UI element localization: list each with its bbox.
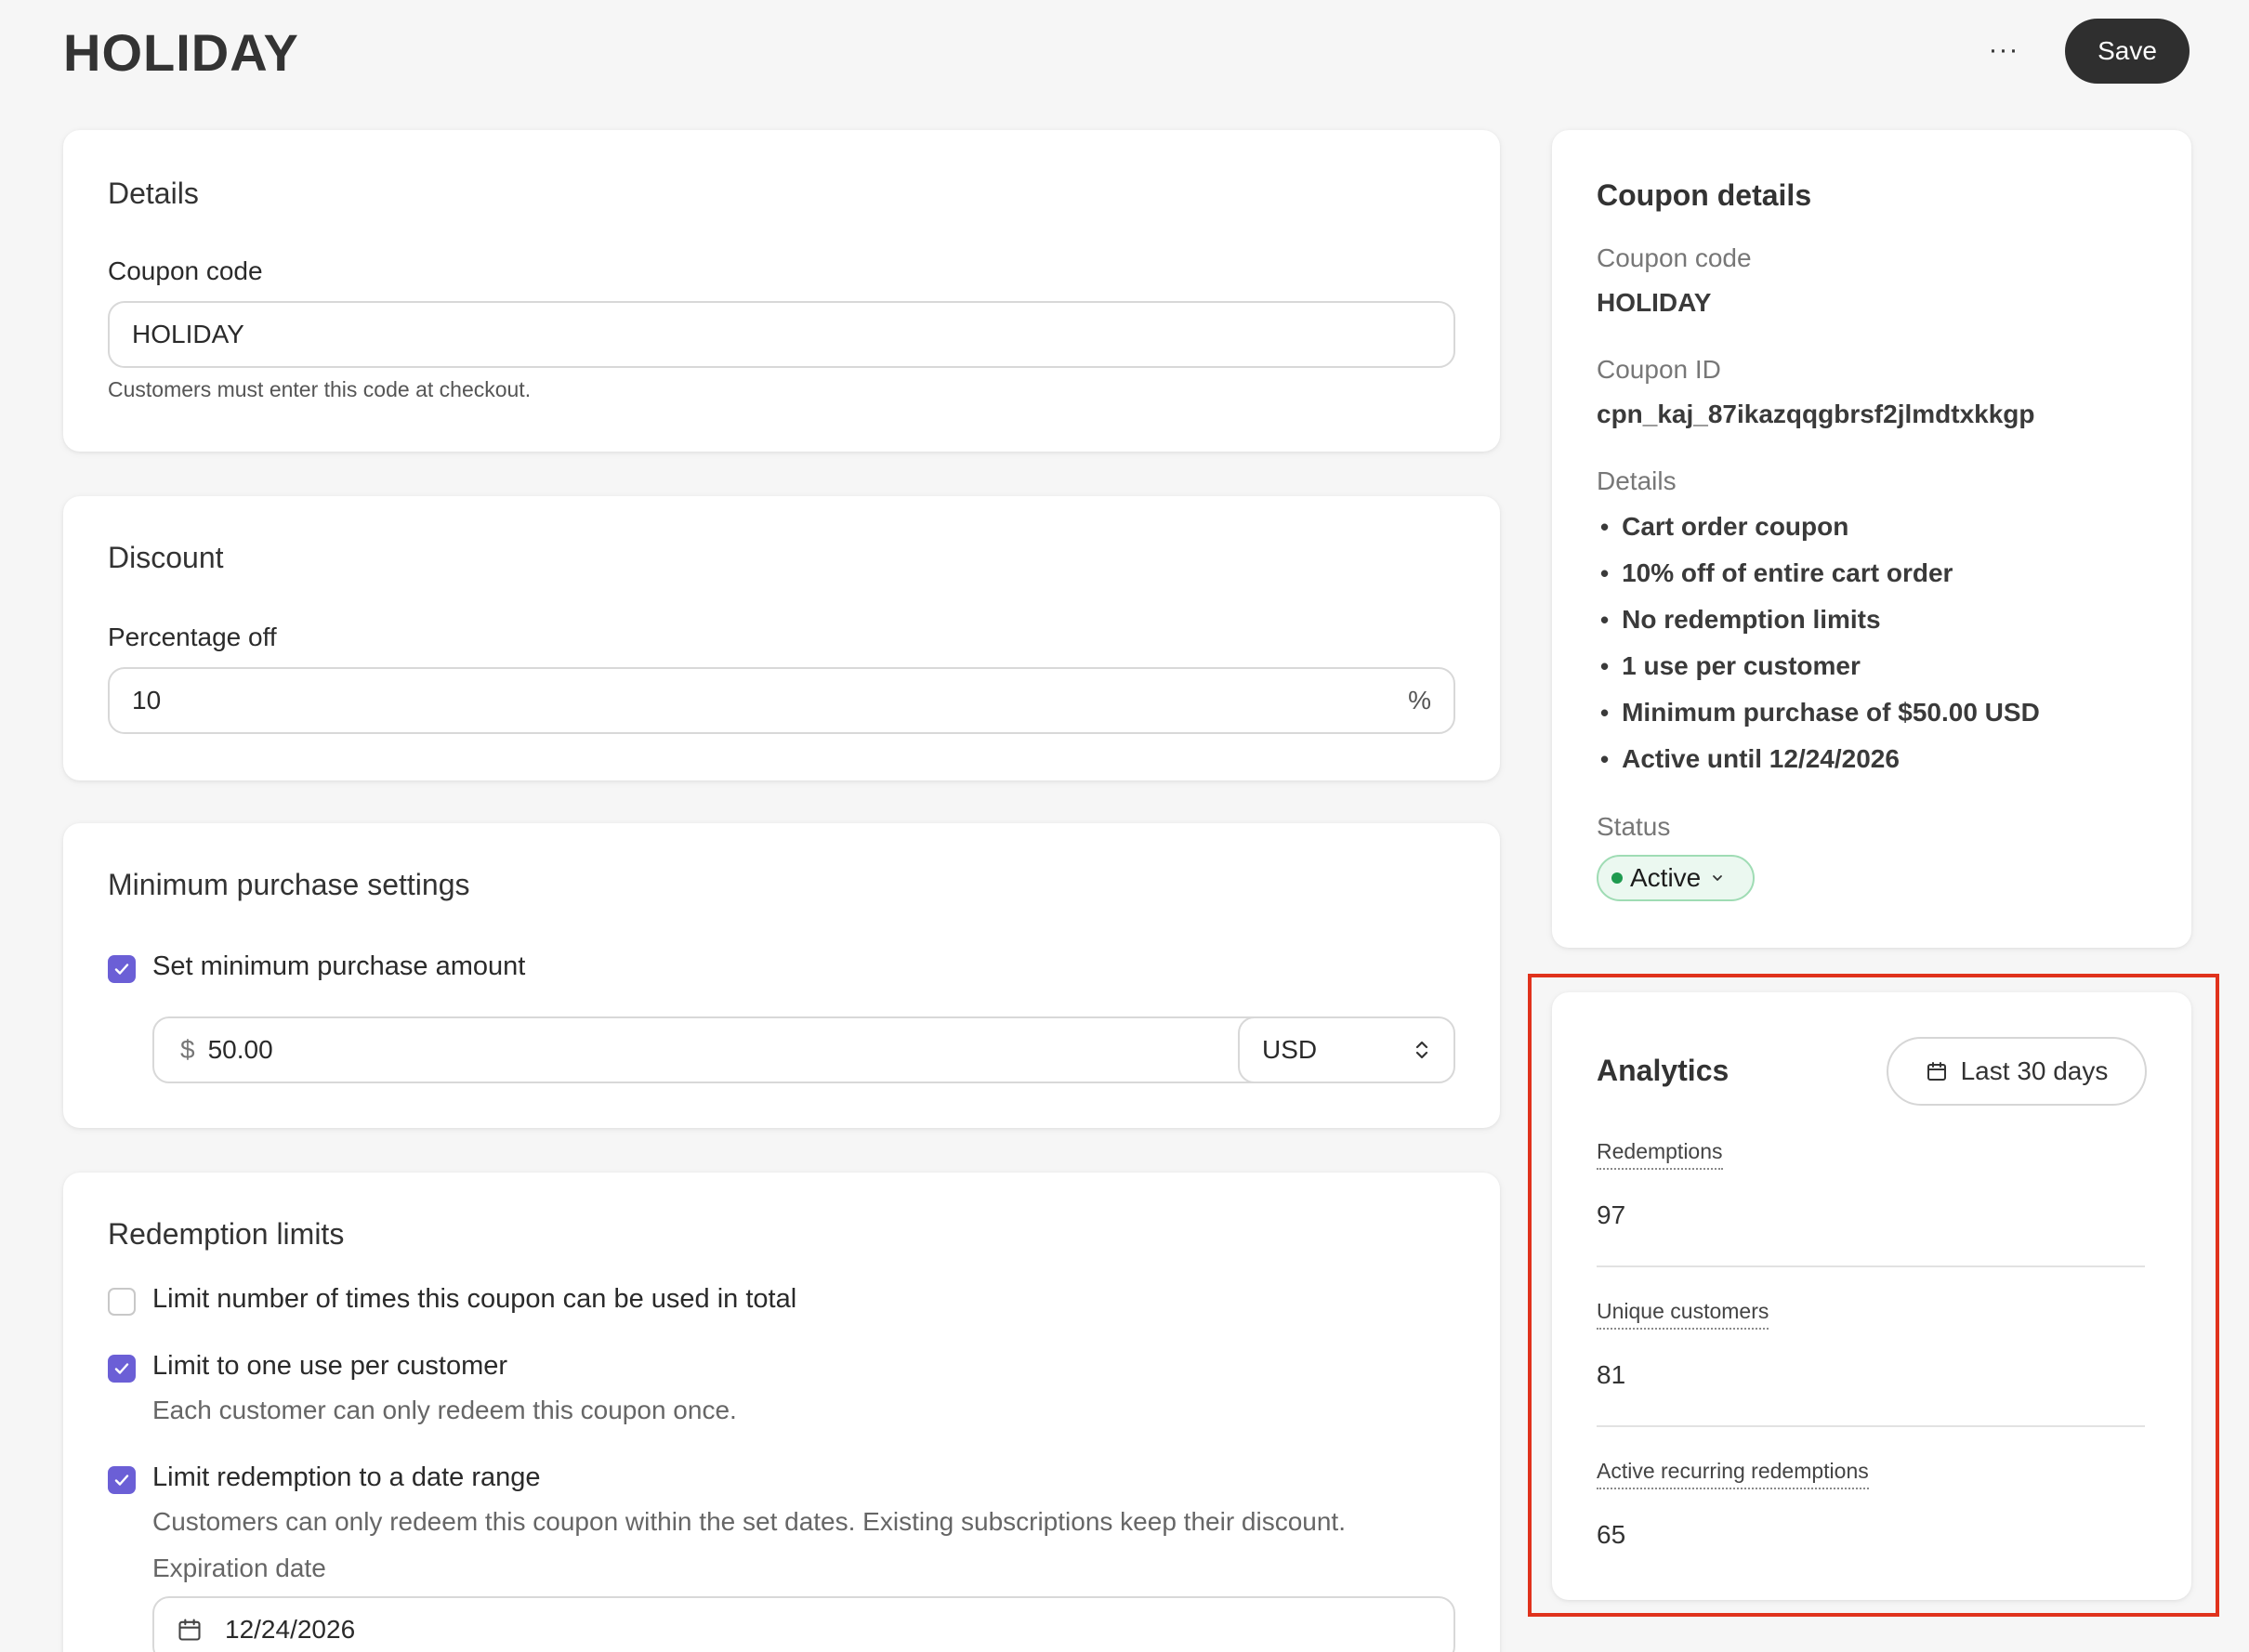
expiration-date-label: Expiration date	[152, 1554, 326, 1582]
coupon-id-value: cpn_kaj_87ikazqqgbrsf2jlmdtxkkgp	[1597, 400, 2035, 428]
details-card: Details Coupon code HOLIDAY Customers mu…	[63, 130, 1500, 452]
calendar-icon	[1927, 1062, 1946, 1081]
analytics-card: Analytics Last 30 days Redemptions 97 Un…	[1552, 992, 2191, 1600]
chevron-down-icon	[1713, 875, 1723, 881]
limit-one-checkbox[interactable]	[108, 1355, 136, 1383]
list-item: No redemption limits	[1600, 597, 2040, 643]
coupon-details-card: Coupon details Coupon code HOLIDAY Coupo…	[1552, 130, 2191, 948]
minimum-purchase-card: Minimum purchase settings Set minimum pu…	[63, 823, 1500, 1128]
coupon-code-value: HOLIDAY	[1597, 288, 1712, 317]
redemption-limits-title: Redemption limits	[108, 1217, 345, 1251]
details-list: Cart order coupon 10% off of entire cart…	[1600, 504, 2040, 782]
more-options-button[interactable]: ···	[1978, 24, 2030, 76]
list-item: Cart order coupon	[1600, 504, 2040, 550]
currency-select-value: USD	[1262, 1035, 1318, 1064]
status-dropdown[interactable]: Active	[1597, 855, 1755, 901]
list-item: Minimum purchase of $50.00 USD	[1600, 689, 2040, 736]
discount-card: Discount Percentage off 10 %	[63, 496, 1500, 780]
coupon-code-label: Coupon code	[1597, 243, 1752, 272]
coupon-id-label: Coupon ID	[1597, 355, 1721, 384]
updown-chevron-icon	[1415, 1041, 1428, 1059]
redemptions-label[interactable]: Redemptions	[1597, 1139, 1723, 1170]
unique-customers-label[interactable]: Unique customers	[1597, 1299, 1769, 1330]
check-icon	[114, 1475, 129, 1486]
set-minimum-checkbox[interactable]	[108, 955, 136, 983]
calendar-icon	[178, 1619, 201, 1641]
divider	[1597, 1265, 2145, 1267]
list-item: Active until 12/24/2026	[1600, 736, 2040, 782]
discount-card-title: Discount	[108, 541, 224, 574]
details-label: Details	[1597, 466, 1677, 495]
currency-select[interactable]: USD	[1238, 1016, 1455, 1083]
limit-date-checkbox[interactable]	[108, 1466, 136, 1494]
date-range-label: Last 30 days	[1960, 1056, 2109, 1085]
percentage-off-value: 10	[132, 686, 162, 715]
limit-total-label: Limit number of times this coupon can be…	[152, 1284, 797, 1314]
set-minimum-label: Set minimum purchase amount	[152, 951, 526, 981]
active-recurring-label[interactable]: Active recurring redemptions	[1597, 1459, 1869, 1489]
check-icon	[114, 1363, 129, 1374]
limit-date-description: Customers can only redeem this coupon wi…	[152, 1507, 1346, 1536]
status-label: Status	[1597, 812, 1671, 841]
coupon-code-input[interactable]: HOLIDAY	[108, 301, 1455, 368]
percent-icon: %	[1408, 686, 1431, 715]
divider	[1597, 1425, 2145, 1427]
expiration-date-input[interactable]: 12/24/2026	[152, 1596, 1455, 1652]
page-title: HOLIDAY	[63, 23, 299, 82]
coupon-code-label: Coupon code	[108, 256, 263, 285]
analytics-title: Analytics	[1597, 1054, 1729, 1087]
status-dot-icon	[1611, 872, 1623, 884]
expiration-date-value: 12/24/2026	[225, 1615, 356, 1644]
minimum-amount-value: 50.00	[207, 1035, 273, 1064]
redemption-limits-card: Redemption limits Limit number of times …	[63, 1173, 1500, 1652]
save-button[interactable]: Save	[2065, 19, 2190, 84]
percentage-off-label: Percentage off	[108, 623, 277, 651]
status-value: Active	[1630, 863, 1702, 892]
coupon-details-title: Coupon details	[1597, 178, 1812, 212]
unique-customers-value: 81	[1597, 1360, 1626, 1389]
minimum-amount-input[interactable]: $ 50.00	[152, 1016, 1271, 1083]
limit-one-label: Limit to one use per customer	[152, 1351, 508, 1381]
details-card-title: Details	[108, 177, 199, 210]
coupon-code-help: Customers must enter this code at checko…	[108, 377, 532, 401]
minimum-purchase-title: Minimum purchase settings	[108, 868, 470, 901]
percentage-off-input[interactable]: 10 %	[108, 667, 1455, 734]
date-range-button[interactable]: Last 30 days	[1887, 1037, 2147, 1106]
list-item: 10% off of entire cart order	[1600, 550, 2040, 597]
limit-date-label: Limit redemption to a date range	[152, 1462, 541, 1492]
dollar-sign: $	[180, 1035, 195, 1064]
limit-one-description: Each customer can only redeem this coupo…	[152, 1396, 737, 1424]
active-recurring-value: 65	[1597, 1520, 1626, 1549]
list-item: 1 use per customer	[1600, 643, 2040, 689]
redemptions-value: 97	[1597, 1200, 1626, 1229]
coupon-code-input-value: HOLIDAY	[132, 320, 244, 348]
check-icon	[114, 964, 129, 975]
limit-total-checkbox[interactable]	[108, 1288, 136, 1316]
